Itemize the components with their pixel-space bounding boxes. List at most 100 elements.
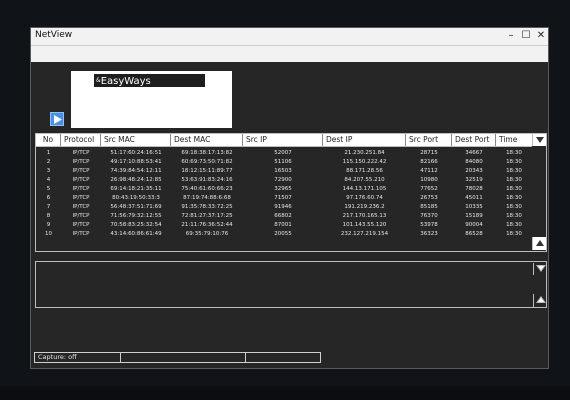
packet-detail-pane[interactable] (35, 261, 547, 308)
cell-dest-port: 10335 (465, 204, 483, 210)
cell-dest-mac: 75:40:61:60:66:23 (181, 186, 233, 192)
cell-time: 18:30 (506, 177, 522, 183)
cell-protocol: IP/TCP (72, 213, 90, 219)
cell-src-ip: 16503 (274, 168, 292, 174)
table-row[interactable]: 1 IP/TCP 51:17:60:24:16:51 69:18:38:17:13:8… (36, 149, 532, 158)
logo: &EasyWays (94, 74, 205, 87)
cell-dest-port: 34667 (465, 150, 483, 156)
cell-protocol: IP/TCP (72, 159, 90, 165)
cell-time: 18:30 (506, 231, 522, 237)
table-row[interactable]: 4 IP/TCP 26:98:48:24:12:85 53:63:91:83:24:1… (36, 176, 532, 185)
start-capture-button[interactable] (50, 112, 64, 126)
title-bar: NetView – ☐ ✕ (31, 28, 548, 46)
cell-src-mac: 49:17:10:88:53:41 (110, 159, 162, 165)
cell-src-port: 77652 (420, 186, 438, 192)
cell-src-mac: 80:43:19:50:33:3 (112, 195, 160, 201)
cell-protocol: IP/TCP (72, 177, 90, 183)
cell-dest-ip: 21.230.251.84 (344, 150, 385, 156)
column-header-src-mac[interactable]: Src MAC (101, 134, 171, 146)
cell-dest-ip: 97.176.60.74 (346, 195, 383, 201)
cell-src-ip: 51106 (274, 159, 292, 165)
detail-scroll-down-button[interactable] (533, 263, 547, 275)
scroll-down-button[interactable] (532, 134, 546, 146)
table-row[interactable]: 10 IP/TCP 43:14:60:86:61:49 69:35:79:10:76 2… (36, 230, 532, 239)
cell-protocol: IP/TCP (72, 186, 90, 192)
table-row[interactable]: 7 IP/TCP 56:48:37:51:71:69 91:35:78:33:72:2… (36, 203, 532, 212)
cell-protocol: IP/TCP (72, 231, 90, 237)
cell-src-port: 53978 (420, 222, 438, 228)
cell-dest-port: 78028 (465, 186, 483, 192)
cell-dest-mac: 91:35:78:33:72:25 (181, 204, 233, 210)
cell-no: 4 (46, 177, 51, 183)
logo-text: EasyWays (100, 76, 151, 87)
cell-protocol: IP/TCP (72, 168, 90, 174)
cell-src-port: 76370 (420, 213, 438, 219)
cell-no: 8 (46, 213, 51, 219)
cell-src-ip: 32965 (274, 186, 292, 192)
cell-src-ip: 72900 (274, 177, 292, 183)
cell-dest-mac: 69:35:79:10:76 (185, 231, 229, 237)
cell-src-port: 47112 (420, 168, 438, 174)
minimize-button[interactable]: – (504, 29, 518, 43)
cell-dest-ip: 101.143.55.120 (342, 222, 387, 228)
table-row[interactable]: 3 IP/TCP 74:39:84:54:12:11 18:12:15:11:89:7… (36, 167, 532, 176)
maximize-button[interactable]: ☐ (519, 29, 533, 43)
cell-src-ip: 20055 (274, 231, 292, 237)
triangle-up-outline-icon (536, 296, 546, 303)
table-row[interactable]: 6 IP/TCP 80:43:19:50:33:3 87:19:74:88:6:68 7… (36, 194, 532, 203)
column-header-src-ip[interactable]: Src IP (243, 134, 323, 146)
cell-time: 18:30 (506, 168, 522, 174)
table-row[interactable]: 8 IP/TCP 71:56:79:32:12:55 72:81:27:37:17:2… (36, 212, 532, 221)
cell-src-mac: 71:56:79:32:12:55 (110, 213, 162, 219)
capture-status: Capture: off (35, 353, 121, 362)
cell-time: 18:30 (506, 159, 522, 165)
column-header-dest-ip[interactable]: Dest IP (323, 134, 406, 146)
logo-panel: &EasyWays (71, 71, 232, 128)
cell-src-mac: 70:58:83:25:32:54 (110, 222, 162, 228)
cell-dest-ip: 88.171.28.56 (346, 168, 383, 174)
detail-scroll-up-button[interactable] (533, 294, 547, 307)
cell-no: 7 (46, 204, 51, 210)
cell-no: 5 (46, 186, 51, 192)
window-title: NetView (35, 30, 73, 40)
cell-dest-mac: 69:18:38:17:13:82 (181, 150, 233, 156)
cell-no: 1 (46, 150, 51, 156)
close-button[interactable]: ✕ (534, 29, 548, 43)
column-header-dest-port[interactable]: Dest Port (452, 134, 496, 146)
cell-dest-ip: 115.150.222.42 (342, 159, 387, 165)
packet-table: No Protocol Src MAC Dest MAC Src IP Dest… (35, 133, 547, 252)
cell-src-ip: 66802 (274, 213, 292, 219)
play-icon (54, 115, 62, 124)
cell-no: 6 (46, 195, 51, 201)
table-header: No Protocol Src MAC Dest MAC Src IP Dest… (36, 134, 532, 147)
cell-src-port: 10980 (420, 177, 438, 183)
cell-dest-port: 15189 (465, 213, 483, 219)
table-row[interactable]: 9 IP/TCP 70:58:83:25:32:54 21:11:76:36:52:4… (36, 221, 532, 230)
scroll-up-button[interactable] (532, 237, 546, 250)
status-bar: Capture: off (34, 352, 321, 363)
table-row[interactable]: 5 IP/TCP 69:14:18:21:35:11 75:40:61:60:66:2… (36, 185, 532, 194)
column-header-time[interactable]: Time (496, 134, 532, 146)
table-row[interactable]: 2 IP/TCP 49:17:10:88:53:41 60:69:73:50:71:8… (36, 158, 532, 167)
cell-time: 18:30 (506, 222, 522, 228)
cell-src-mac: 43:14:60:86:61:49 (110, 231, 162, 237)
cell-src-ip: 87001 (274, 222, 292, 228)
cell-protocol: IP/TCP (72, 150, 90, 156)
cell-time: 18:30 (506, 204, 522, 210)
cell-dest-mac: 60:69:73:50:71:82 (181, 159, 233, 165)
cell-dest-mac: 18:12:15:11:89:77 (181, 168, 233, 174)
cell-src-mac: 56:48:37:51:71:69 (110, 204, 162, 210)
cell-protocol: IP/TCP (72, 222, 90, 228)
cell-dest-mac: 21:11:76:36:52:44 (181, 222, 233, 228)
cell-time: 18:30 (506, 150, 522, 156)
cell-no: 2 (46, 159, 51, 165)
cell-src-port: 36323 (420, 231, 438, 237)
cell-time: 18:30 (506, 195, 522, 201)
column-header-dest-mac[interactable]: Dest MAC (171, 134, 243, 146)
app-window: NetView – ☐ ✕ &EasyWays No Protocol Src … (30, 27, 549, 369)
cell-dest-port: 20343 (465, 168, 483, 174)
column-header-no[interactable]: No (36, 134, 61, 146)
column-header-src-port[interactable]: Src Port (406, 134, 452, 146)
column-header-protocol[interactable]: Protocol (61, 134, 101, 146)
cell-src-mac: 69:14:18:21:35:11 (110, 186, 162, 192)
